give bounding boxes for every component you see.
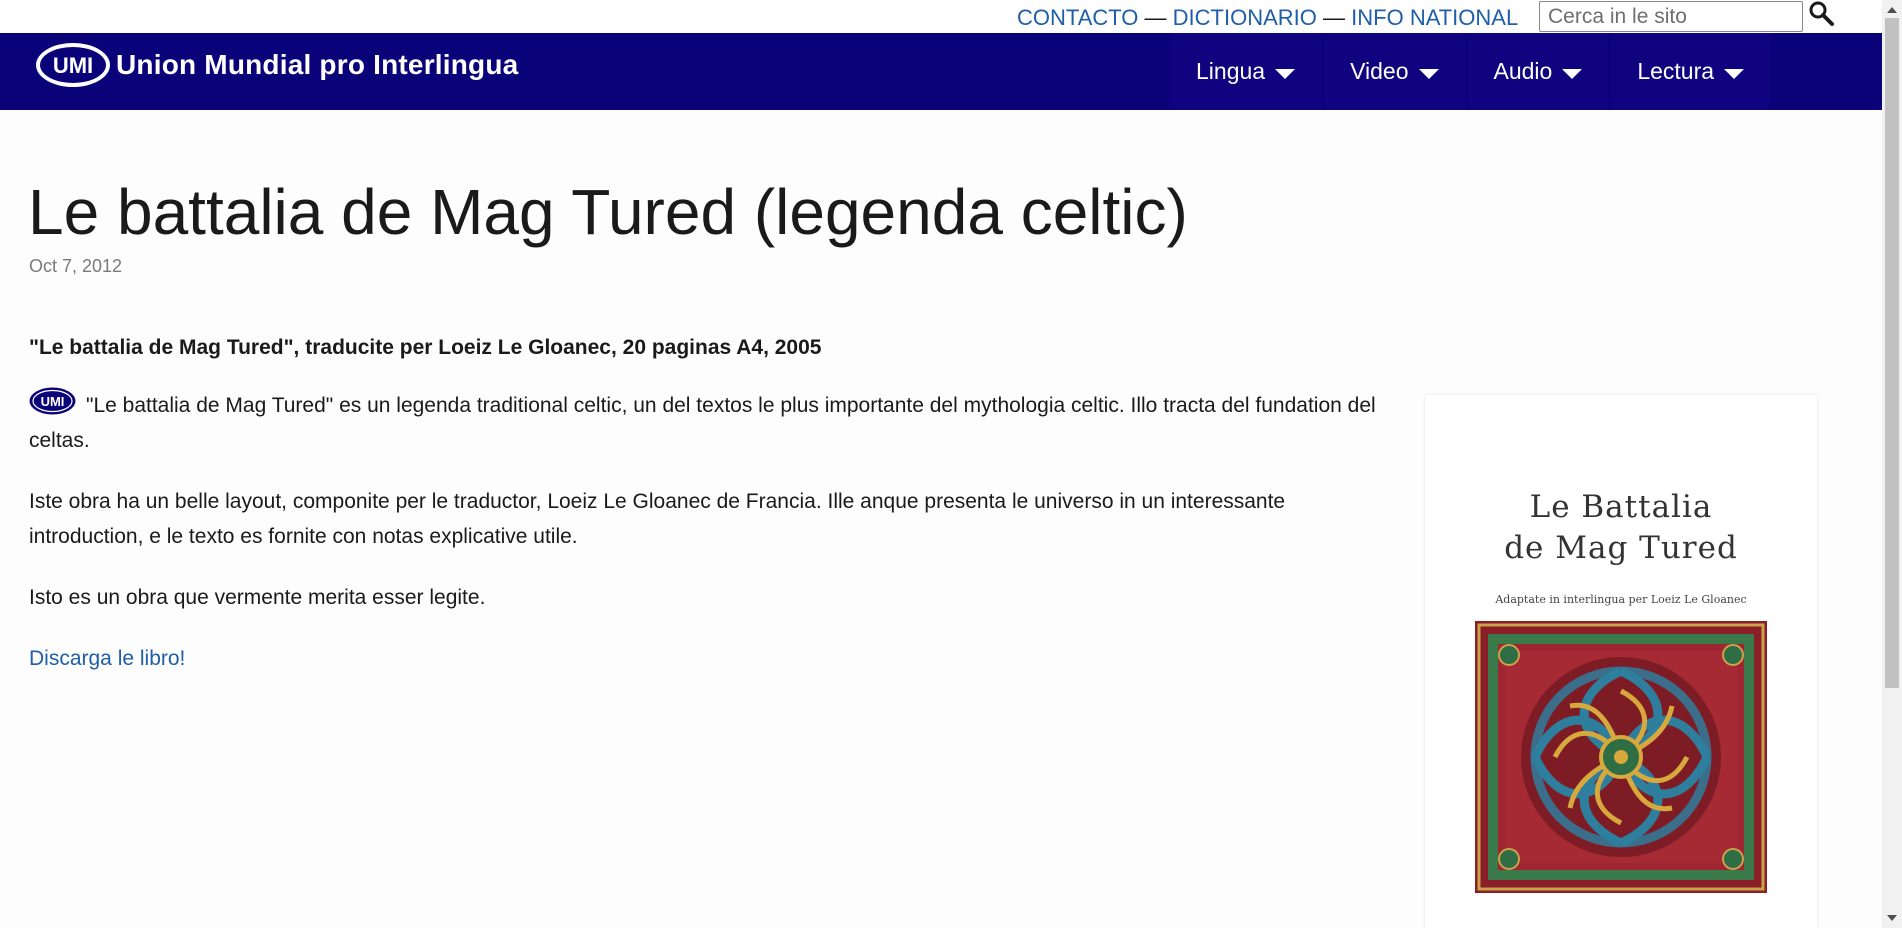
menu-lingua[interactable]: Lingua	[1170, 33, 1322, 110]
link-separator: —	[1323, 5, 1346, 30]
menu-lectura[interactable]: Lectura	[1611, 33, 1771, 110]
caret-down-icon	[1562, 68, 1583, 79]
menu-label: Audio	[1493, 58, 1553, 84]
site-name: Union Mundial pro Interlingua	[116, 49, 519, 80]
main-navbar: UMI Union Mundial pro Interlingua Lingua…	[0, 33, 1882, 110]
cover-subtitle: Adaptate in interlingua per Loeiz Le Glo…	[1495, 593, 1747, 606]
link-separator: —	[1144, 5, 1167, 30]
book-cover[interactable]: Le Battalia de Mag Tured Adaptate in int…	[1425, 395, 1817, 928]
article-lead: "Le battalia de Mag Tured", traducite pe…	[29, 336, 822, 359]
scrollbar-thumb[interactable]	[1885, 18, 1899, 688]
scroll-up-arrow-icon[interactable]	[1887, 7, 1897, 13]
site-logo[interactable]: UMI Union Mundial pro Interlingua	[34, 40, 518, 90]
logo-badge-text: UMI	[53, 53, 93, 78]
umi-logo-icon: UMI	[36, 43, 110, 87]
cover-title-line: de Mag Tured	[1504, 530, 1738, 566]
search-icon	[1809, 1, 1834, 26]
menu-audio[interactable]: Audio	[1467, 33, 1609, 110]
top-utility-bar: CONTACTO — DICTIONARIO — INFO NATIONAL	[0, 0, 1882, 33]
article-body: "Le battalia de Mag Tured", traducite pe…	[29, 330, 1399, 702]
menu-label: Lectura	[1637, 58, 1715, 84]
download-link[interactable]: Discarga le libro!	[29, 647, 185, 670]
umi-logo-icon: UMI	[29, 387, 76, 415]
search-input[interactable]	[1539, 1, 1803, 32]
download-paragraph: Discarga le libro!	[29, 641, 1399, 676]
top-links: CONTACTO — DICTIONARIO — INFO NATIONAL	[1017, 5, 1518, 31]
contacto-link[interactable]: CONTACTO	[1017, 5, 1138, 30]
menu-video[interactable]: Video	[1324, 33, 1465, 110]
cover-title-line: Le Battalia	[1529, 489, 1713, 525]
search-button[interactable]	[1808, 0, 1836, 28]
paragraph-text: "Le battalia de Mag Tured" es un legenda…	[29, 394, 1376, 452]
caret-down-icon	[1275, 68, 1296, 79]
article-paragraph: Iste obra ha un belle layout, componite …	[29, 490, 1286, 548]
page-title: Le battalia de Mag Tured (legenda celtic…	[28, 176, 1188, 248]
caret-down-icon	[1418, 68, 1439, 79]
post-date: Oct 7, 2012	[29, 256, 123, 276]
menu-label: Video	[1350, 58, 1409, 84]
scroll-down-arrow-icon[interactable]	[1887, 915, 1897, 921]
main-menu: Lingua Video Audio Lectura	[1170, 33, 1773, 110]
celtic-knot-artwork	[1475, 621, 1767, 893]
menu-label: Lingua	[1196, 58, 1266, 84]
info-national-link[interactable]: INFO NATIONAL	[1351, 5, 1518, 30]
vertical-scrollbar[interactable]	[1882, 0, 1902, 928]
article-paragraph: UMI "Le battalia de Mag Tured" es un leg…	[29, 387, 1399, 458]
caret-down-icon	[1724, 68, 1745, 79]
dictionario-link[interactable]: DICTIONARIO	[1173, 5, 1317, 30]
inline-logo-text: UMI	[41, 394, 65, 409]
cover-title: Le Battalia de Mag Tured	[1425, 487, 1817, 569]
article-paragraph: Isto es un obra que vermente merita esse…	[29, 586, 486, 609]
